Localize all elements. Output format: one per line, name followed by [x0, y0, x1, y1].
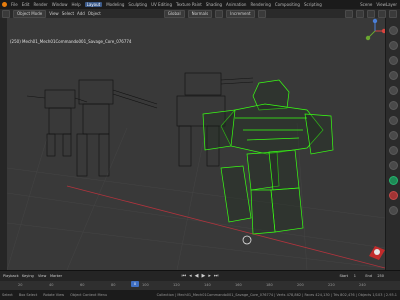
physics-icon[interactable]	[388, 176, 398, 185]
shading-material-icon[interactable]	[378, 9, 386, 18]
mech-wireframe-back-1	[26, 89, 88, 157]
menu-edit[interactable]: Edit	[22, 2, 30, 7]
play-icon[interactable]: ▶	[202, 273, 206, 279]
end-label: End	[365, 274, 372, 278]
workspace-tab-sculpting[interactable]: Sculpting	[128, 2, 147, 7]
timeline-panel: Playback Keying View Marker ⏮ ◂ ◀ ▶ ▸ ⏭ …	[0, 270, 400, 291]
workspace-tab-scripting[interactable]: Scripting	[304, 2, 322, 7]
shading-solid-icon[interactable]	[367, 9, 375, 18]
magnet-icon[interactable]	[215, 9, 224, 18]
mech-selected-wireframe[interactable]	[202, 79, 334, 235]
workspace-tab-texture-paint[interactable]: Texture Paint	[176, 2, 202, 7]
snap-dropdown[interactable]: Increment	[226, 9, 255, 18]
play-reverse-icon[interactable]: ◀	[195, 273, 199, 279]
viewport-header: Object Mode View Select Add Object Globa…	[0, 9, 400, 18]
zoom-icon[interactable]	[388, 26, 398, 35]
keying-menu[interactable]: Keying	[22, 274, 34, 278]
workspace-tab-animation[interactable]: Animation	[226, 2, 246, 7]
jump-start-icon[interactable]: ⏮	[182, 273, 187, 279]
timeline-tick: 180	[266, 283, 273, 287]
status-box-select: Box Select	[18, 293, 38, 297]
camera-icon[interactable]	[388, 56, 398, 65]
menu-select[interactable]: Select	[62, 11, 74, 16]
status-context-menu: Object Context Menu	[70, 293, 108, 297]
jump-end-icon[interactable]: ⏭	[214, 273, 219, 279]
hand-icon[interactable]	[388, 41, 398, 50]
timeline-tick: 200	[297, 283, 304, 287]
overlay-icon[interactable]	[345, 9, 353, 18]
timeline-tick: 40	[49, 283, 54, 287]
current-frame-marker[interactable]: 0	[131, 281, 139, 287]
particles-icon[interactable]	[388, 161, 398, 170]
timeline-tick: 240	[359, 283, 366, 287]
view-layer-selector[interactable]: ViewLayer	[376, 2, 400, 7]
3d-viewport[interactable]: (250) Mech01_Mech01Commando001_Savage_Co…	[7, 18, 385, 270]
status-select: Select	[2, 293, 13, 297]
workspace-tab-modeling[interactable]: Modeling	[106, 2, 124, 7]
blender-logo-icon[interactable]	[2, 2, 7, 7]
transform-orientation-dropdown[interactable]: Global	[163, 9, 185, 18]
workspace-tab-rendering[interactable]: Rendering	[250, 2, 270, 7]
grid-icon[interactable]	[388, 71, 398, 80]
menu-object[interactable]: Object	[88, 11, 101, 16]
playback-menu[interactable]: Playback	[3, 274, 19, 278]
view-menu[interactable]: View	[38, 274, 46, 278]
tool-icon[interactable]	[388, 86, 398, 95]
timeline-tick: 120	[173, 283, 180, 287]
timeline-tick: 220	[328, 283, 335, 287]
workspace-tab-uv-editing[interactable]: UV Editing	[151, 2, 172, 7]
start-label: Start	[339, 274, 348, 278]
properties-tab-strip	[385, 18, 400, 270]
workspace-tab-compositing[interactable]: Compositing	[275, 2, 300, 7]
editor-type-icon[interactable]	[2, 9, 10, 18]
menu-file[interactable]: File	[11, 2, 18, 7]
scene-render	[7, 72, 385, 270]
modifier-icon[interactable]	[388, 146, 398, 155]
marker-menu[interactable]: Marker	[50, 274, 62, 278]
shading-rendered-icon[interactable]	[389, 9, 397, 18]
xray-icon[interactable]	[356, 9, 364, 18]
scene-icon[interactable]	[388, 101, 398, 110]
timeline-tick: 80	[111, 283, 116, 287]
menu-render[interactable]: Render	[33, 2, 47, 7]
step-forward-icon[interactable]: ▸	[208, 273, 211, 279]
start-frame-field[interactable]: 1	[354, 274, 356, 278]
status-bar: Select Box Select Rotate View Object Con…	[0, 290, 400, 300]
timeline-tick: 160	[235, 283, 242, 287]
data-icon[interactable]	[388, 206, 398, 215]
scene-selector[interactable]: Scene	[360, 2, 372, 7]
constraints-icon[interactable]	[388, 191, 398, 200]
menu-add[interactable]: Add	[77, 11, 85, 16]
menu-window[interactable]: Window	[52, 2, 68, 7]
object-icon[interactable]	[388, 131, 398, 140]
mech-wireframe-back-2	[76, 79, 158, 177]
world-icon[interactable]	[388, 116, 398, 125]
menu-view[interactable]: View	[49, 11, 59, 16]
playback-controls: Playback Keying View Marker ⏮ ◂ ◀ ▶ ▸ ⏭ …	[0, 272, 400, 280]
timeline-tick: 20	[18, 283, 23, 287]
end-frame-field[interactable]: 250	[377, 274, 384, 278]
timeline-tick: 60	[80, 283, 85, 287]
workspace-tab-layout[interactable]: Layout	[84, 2, 103, 7]
proportional-edit-icon[interactable]	[257, 9, 266, 18]
3d-cursor[interactable]	[242, 235, 252, 245]
menu-help[interactable]: Help	[71, 2, 80, 7]
status-scene-stats: Collection | Mech01_Mech01Commando001_Sa…	[156, 293, 397, 297]
timeline-tick: 100	[142, 283, 149, 287]
step-back-icon[interactable]: ◂	[189, 273, 192, 279]
status-rotate-view: Rotate View	[43, 293, 65, 297]
viewport-object-info: (250) Mech01_Mech01Commando001_Savage_Co…	[10, 39, 132, 44]
timeline-ruler[interactable]: 0 20 40 60 80 100 120 140 160 180 200 220 240	[0, 281, 400, 290]
watermark-logo	[369, 246, 385, 260]
navigation-gizmo[interactable]	[362, 18, 385, 44]
mode-dropdown[interactable]: Object Mode	[13, 9, 47, 18]
workspace-tab-shading[interactable]: Shading	[206, 2, 222, 7]
pivot-dropdown[interactable]: Normals	[187, 9, 213, 18]
timeline-tick: 140	[204, 283, 211, 287]
